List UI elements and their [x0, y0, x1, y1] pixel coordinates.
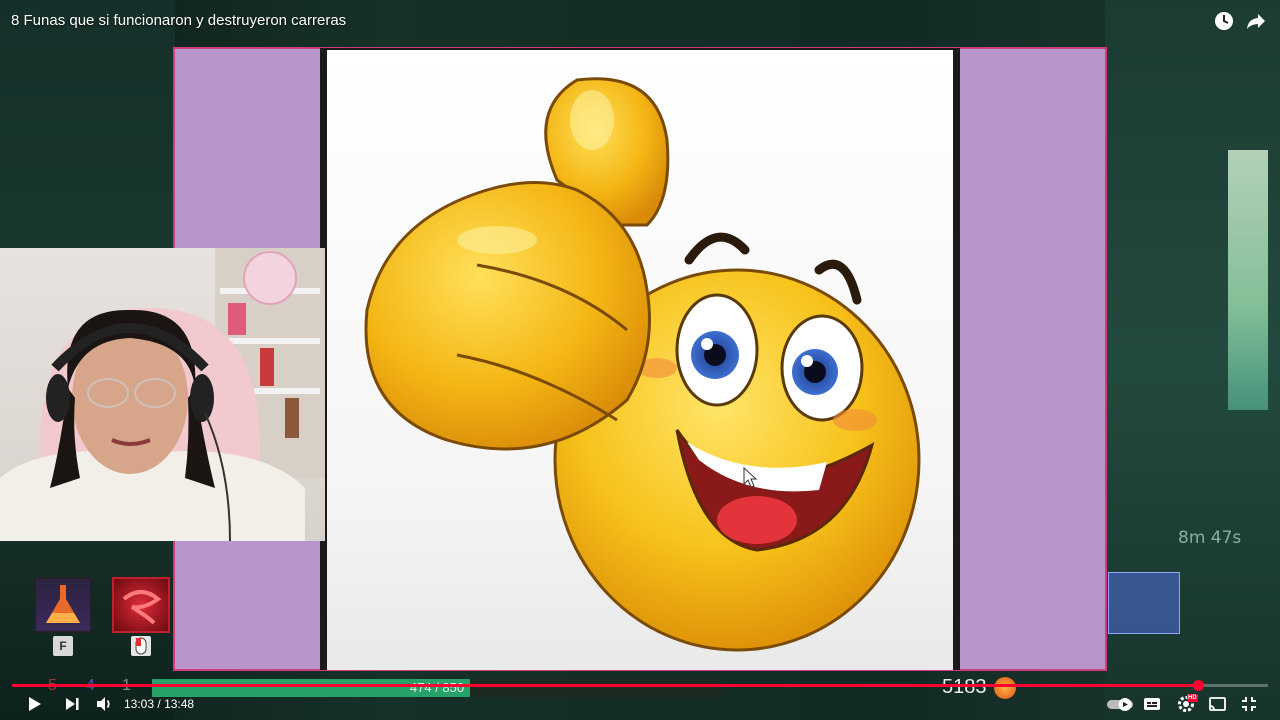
- skill-key-label: F: [53, 636, 73, 656]
- webcam-scene: [0, 248, 325, 541]
- clock-icon[interactable]: [1212, 10, 1236, 34]
- whip-icon: [122, 590, 162, 625]
- exit-fullscreen-icon[interactable]: [1239, 694, 1259, 714]
- hd-badge: HD: [1187, 694, 1198, 702]
- potion-icon: [46, 585, 80, 623]
- streamer-webcam: [0, 248, 325, 541]
- health-bar-text: 474 / 850: [409, 680, 465, 695]
- run-timer: 8m 47s: [1178, 528, 1242, 548]
- cast-icon[interactable]: [1207, 694, 1227, 714]
- time-total: 13:48: [164, 697, 195, 711]
- subtitles-icon[interactable]: [1142, 694, 1162, 714]
- time-display: 13:03 / 13:48: [124, 695, 194, 713]
- progress-scrubber[interactable]: [1193, 680, 1205, 691]
- time-separator: /: [157, 697, 161, 711]
- video-player[interactable]: 8 Funas que si funcionaron y destruyeron…: [0, 0, 1280, 720]
- thumbs-up-emoji-illustration: [364, 77, 921, 652]
- mouse-icon: [131, 636, 151, 656]
- weapon-skill-slot: [112, 577, 170, 633]
- autoplay-toggle[interactable]: [1106, 694, 1134, 714]
- play-icon[interactable]: [24, 694, 44, 714]
- potion-skill-slot: [34, 577, 92, 633]
- gold-coin-icon: [994, 677, 1016, 699]
- game-minimap: [1108, 572, 1180, 634]
- time-current: 13:03: [124, 697, 155, 711]
- next-icon[interactable]: [62, 694, 82, 714]
- share-arrow-icon[interactable]: [1244, 10, 1268, 34]
- progress-played: [12, 684, 1199, 687]
- game-window-light: [1228, 150, 1268, 410]
- gold-counter: 5183: [942, 676, 987, 698]
- video-title: 8 Funas que si funcionaron y destruyeron…: [11, 12, 347, 29]
- volume-icon[interactable]: [94, 694, 114, 714]
